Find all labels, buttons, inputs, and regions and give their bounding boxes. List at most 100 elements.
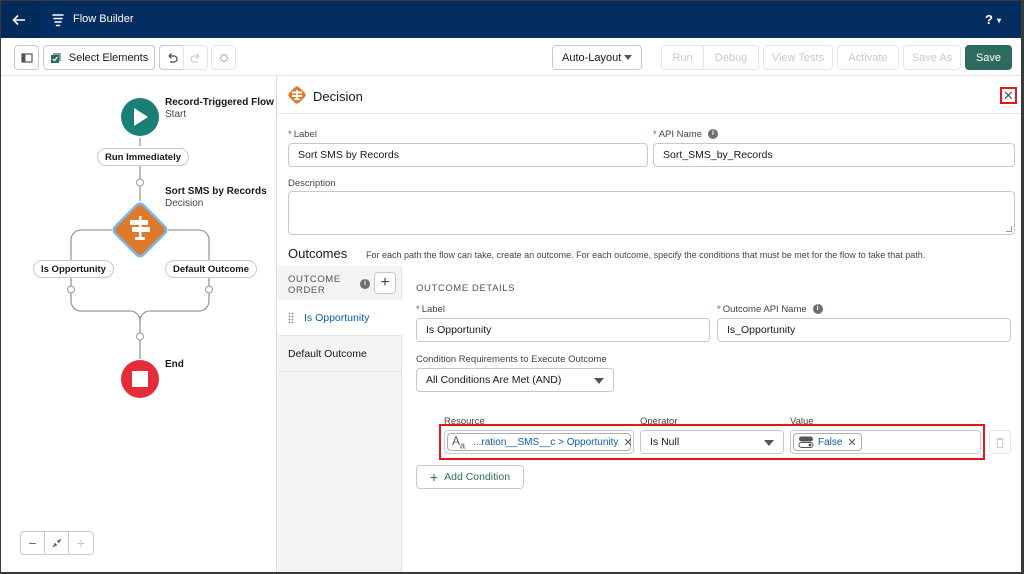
help-menu-button[interactable]: ? ▾: [985, 12, 1001, 27]
layout-select[interactable]: Auto-Layout: [552, 45, 642, 70]
fit-view-button[interactable]: [45, 532, 69, 554]
end-node-label: End: [165, 359, 184, 371]
save-as-label: Save As: [911, 51, 953, 64]
select-elements-icon: [50, 52, 61, 63]
value-pill[interactable]: False ✕: [793, 433, 862, 451]
flow-icon: [52, 14, 64, 27]
fit-view-icon: [52, 538, 61, 548]
trash-icon: [996, 437, 1004, 448]
condition-requirements-value: All Conditions Are Met (AND): [426, 374, 562, 386]
operator-select[interactable]: Is Null: [640, 430, 784, 454]
description-textarea[interactable]: [288, 191, 1015, 235]
add-condition-button[interactable]: + Add Condition: [416, 465, 524, 489]
outcome-details-heading: OUTCOME DETAILS: [416, 283, 516, 294]
resource-input[interactable]: Aa ...ration__SMS__c > Opportunity ✕: [444, 430, 634, 454]
add-element-point: [136, 332, 144, 341]
condition-requirements-select[interactable]: All Conditions Are Met (AND): [416, 368, 614, 392]
save-button[interactable]: Save: [965, 45, 1012, 70]
outcome-pill-default[interactable]: Default Outcome: [165, 260, 258, 278]
run-label: Run: [672, 51, 693, 64]
operator-value: Is Null: [650, 436, 680, 448]
drag-handle-icon[interactable]: [288, 311, 294, 324]
outcome-order-header: OUTCOME ORDER i +: [278, 266, 402, 300]
resize-handle-icon[interactable]: [1006, 226, 1012, 232]
panel-toggle-icon: [20, 52, 33, 63]
flow-builder-window: Flow Builder ? ▾ Select Elements Auto-Lay…: [1, 1, 1021, 572]
settings-button[interactable]: [211, 45, 236, 70]
outcome-order-item-is-opportunity[interactable]: Is Opportunity: [278, 300, 402, 336]
decision-node-label: Sort SMS by Records Decision: [165, 186, 267, 210]
redo-icon: [189, 52, 199, 63]
decision-node[interactable]: [112, 202, 169, 259]
end-node-title: End: [165, 359, 184, 370]
select-elements-button[interactable]: Select Elements: [43, 45, 155, 70]
decision-node-subtitle: Decision: [165, 198, 204, 209]
info-icon[interactable]: i: [360, 279, 370, 289]
decision-icon: [288, 86, 306, 104]
flow-canvas[interactable]: Record-Triggered Flow Start Run Immediat…: [1, 76, 277, 572]
select-elements-label: Select Elements: [68, 51, 149, 64]
label-field-label: * Label: [288, 129, 317, 140]
save-as-button[interactable]: Save As: [903, 45, 961, 70]
text-type-icon: Aa: [452, 433, 466, 451]
toggle-toolbox-button[interactable]: [14, 45, 39, 70]
description-field-label: Description: [288, 178, 336, 189]
outcome-api-name-input[interactable]: Is_Opportunity: [717, 318, 1011, 342]
outcome-order-item-default[interactable]: Default Outcome: [278, 336, 402, 372]
debug-button[interactable]: Debug: [703, 45, 759, 70]
close-panel-button[interactable]: ✕: [1000, 87, 1017, 104]
stop-icon: [132, 371, 148, 387]
label-input[interactable]: Sort SMS by Records: [288, 143, 648, 167]
resource-value: ...ration__SMS__c > Opportunity: [473, 436, 619, 448]
add-condition-label: Add Condition: [444, 471, 511, 483]
remove-resource-icon[interactable]: ✕: [623, 436, 632, 449]
zoom-out-button[interactable]: −: [21, 532, 45, 554]
arrow-left-icon: [12, 14, 25, 25]
decision-properties-panel: Decision ✕ * Label Sort SMS by Records * A…: [278, 76, 1021, 572]
api-name-input[interactable]: Sort_SMS_by_Records: [653, 143, 1015, 167]
toolbar: Select Elements Auto-Layout Run Debug Vi…: [1, 38, 1021, 76]
value-input[interactable]: False ✕: [790, 430, 981, 454]
decision-node-title: Sort SMS by Records: [165, 186, 267, 197]
zoom-in-button[interactable]: +: [69, 532, 93, 554]
run-button[interactable]: Run: [661, 45, 704, 70]
outcome-pill-is-opportunity[interactable]: Is Opportunity: [33, 260, 114, 278]
outcomes-description: For each path the flow can take, create …: [366, 250, 926, 260]
condition-requirements-label: Condition Requirements to Execute Outcom…: [416, 354, 607, 365]
info-icon[interactable]: i: [708, 129, 718, 140]
end-node[interactable]: [121, 360, 159, 398]
connector-left-branch: [70, 229, 112, 261]
close-icon: ✕: [1003, 88, 1014, 103]
start-node-title: Record-Triggered Flow: [165, 97, 274, 108]
chevron-down-icon: ▾: [996, 16, 1001, 26]
panel-title: Decision: [313, 89, 363, 104]
delete-condition-button[interactable]: [989, 430, 1011, 454]
add-element-point: [136, 178, 144, 187]
plus-icon: +: [380, 274, 390, 291]
undo-icon: [168, 52, 178, 63]
remove-value-icon[interactable]: ✕: [847, 436, 856, 449]
start-node-label: Record-Triggered Flow Start: [165, 97, 274, 121]
outcome-api-name-field-label: * Outcome API Name i: [717, 304, 823, 315]
add-element-point: [67, 285, 75, 294]
help-icon: ?: [985, 12, 993, 27]
view-tests-button[interactable]: View Tests: [763, 45, 833, 70]
outcome-label-input[interactable]: Is Opportunity: [416, 318, 710, 342]
connector-right-branch: [168, 229, 210, 261]
outcome-order-title: OUTCOME ORDER: [288, 274, 341, 296]
outcomes-heading: Outcomes: [288, 246, 348, 261]
start-node[interactable]: [121, 98, 159, 136]
plus-icon: +: [429, 469, 439, 485]
activate-button[interactable]: Activate: [837, 45, 899, 70]
undo-button[interactable]: [159, 45, 184, 70]
caret-down-icon: [594, 378, 604, 384]
add-outcome-button[interactable]: +: [374, 272, 396, 294]
redo-button[interactable]: [183, 45, 208, 70]
zoom-controls: − +: [20, 531, 94, 555]
caret-down-icon: [624, 55, 632, 60]
run-immediately-pill[interactable]: Run Immediately: [97, 148, 190, 166]
info-icon[interactable]: i: [812, 304, 823, 315]
back-button[interactable]: [1, 1, 38, 38]
debug-label: Debug: [714, 51, 748, 64]
resource-pill[interactable]: Aa ...ration__SMS__c > Opportunity ✕: [447, 433, 633, 451]
